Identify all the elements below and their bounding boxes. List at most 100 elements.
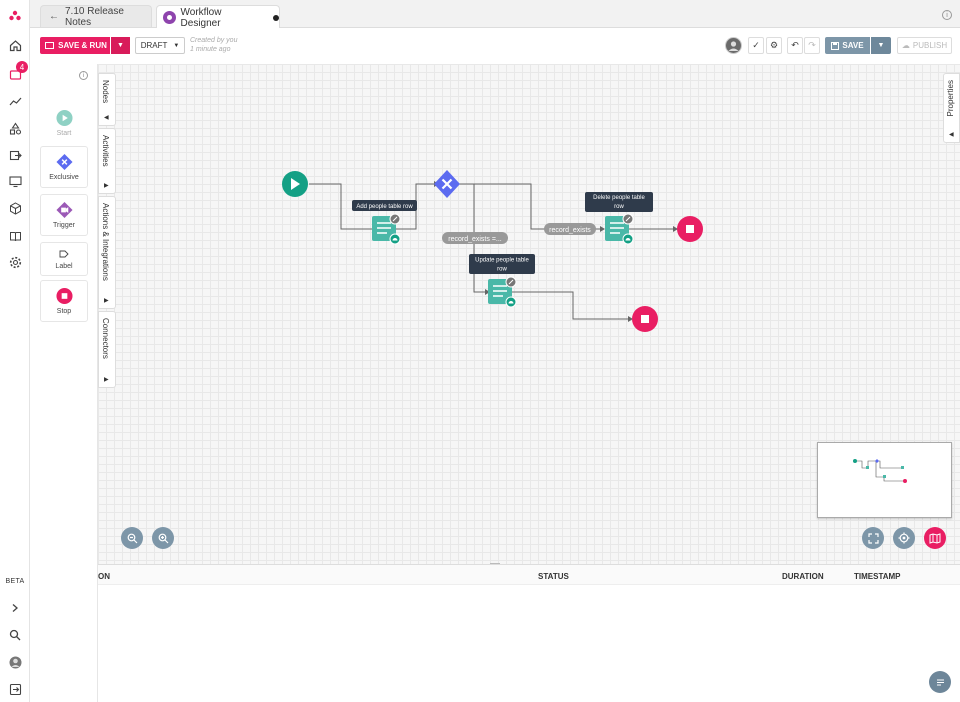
- user-avatar[interactable]: [7, 654, 23, 670]
- tab-nodes[interactable]: Nodes ◀: [98, 73, 116, 126]
- minimap-toggle-button[interactable]: [924, 527, 946, 549]
- fullscreen-icon: [867, 532, 879, 544]
- toolbar: SAVE & RUN ▼ DRAFT ▼ Created by you 1 mi…: [30, 28, 960, 64]
- palette-stop-label: Stop: [56, 308, 72, 315]
- zoom-in-button[interactable]: [152, 527, 174, 549]
- minimap[interactable]: [817, 442, 952, 518]
- collaborator-avatar[interactable]: [725, 37, 742, 54]
- start-node[interactable]: [282, 171, 308, 197]
- shapes-icon[interactable]: [7, 120, 23, 136]
- exclusive-gateway[interactable]: [434, 170, 460, 198]
- publish-button[interactable]: ☁ PUBLISH: [897, 37, 952, 54]
- workflow-icon: [163, 11, 176, 24]
- tab-bar: ← 7.10 Release Notes Workflow Designer i: [30, 0, 960, 29]
- update-row-label-1: Update people table: [475, 258, 529, 264]
- cube-icon[interactable]: [7, 200, 23, 216]
- exclusive-icon: [55, 153, 73, 170]
- stop-node-1[interactable]: [677, 216, 703, 242]
- palette-start-label: Start: [56, 130, 72, 137]
- palette-start[interactable]: Start: [40, 102, 88, 144]
- tab-actions-label: Actions & Integrations: [101, 203, 110, 281]
- tab-workflow-designer[interactable]: Workflow Designer: [156, 5, 280, 29]
- undo-icon[interactable]: ↶: [787, 37, 803, 54]
- palette-info-icon[interactable]: i: [79, 71, 88, 80]
- export-icon[interactable]: [7, 147, 23, 163]
- logout-icon[interactable]: [7, 681, 23, 697]
- expand-icon[interactable]: [7, 600, 23, 616]
- back-arrow-icon[interactable]: ←: [49, 11, 59, 22]
- palette-exclusive[interactable]: Exclusive: [40, 146, 88, 188]
- palette-trigger[interactable]: Trigger: [40, 194, 88, 236]
- tab-connectors[interactable]: Connectors ▶: [98, 311, 116, 388]
- palette-stop[interactable]: Stop: [40, 280, 88, 322]
- results-header: ON STATUS DURATION TIMESTAMP: [98, 565, 960, 585]
- chevron-left-icon: ◀: [104, 115, 109, 121]
- delete-row-label-1: Delete people table: [593, 195, 645, 201]
- chevron-right-icon: ▶: [104, 377, 109, 383]
- node-palette: i Start Exclusive Trigger Label Stop: [30, 64, 98, 702]
- created-by: Created by you: [190, 37, 238, 44]
- created-info: Created by you 1 minute ago: [190, 36, 237, 54]
- column-header-timestamp[interactable]: TIMESTAMP: [854, 572, 901, 581]
- column-header-duration[interactable]: DURATION: [782, 572, 824, 581]
- created-time: 1 minute ago: [190, 46, 231, 53]
- tab-activities-label: Activities: [101, 135, 110, 167]
- zoom-out-icon: [127, 533, 137, 543]
- redo-icon[interactable]: ↷: [804, 37, 820, 54]
- home-icon[interactable]: [7, 37, 23, 53]
- tab-activities[interactable]: Activities ▶: [98, 128, 116, 194]
- publish-label: PUBLISH: [912, 41, 948, 50]
- tab-connectors-label: Connectors: [101, 318, 110, 359]
- label-icon: [56, 249, 73, 259]
- add-row-label: Add people table row: [356, 204, 413, 210]
- center-button[interactable]: [893, 527, 915, 549]
- palette-label[interactable]: Label: [40, 242, 88, 276]
- notification-badge: 4: [16, 61, 28, 73]
- draft-select[interactable]: DRAFT ▼: [135, 37, 185, 54]
- palette-trigger-label: Trigger: [53, 222, 75, 229]
- target-icon: [898, 532, 910, 544]
- gear-icon[interactable]: ⚙: [766, 37, 782, 54]
- chat-icon: [936, 679, 944, 686]
- run-icon: [45, 42, 55, 49]
- book-icon[interactable]: [7, 228, 23, 244]
- save-options-dropdown[interactable]: ▼: [871, 37, 891, 54]
- chevron-left-icon: ◀: [949, 132, 954, 138]
- save-button[interactable]: SAVE: [825, 37, 870, 54]
- zoom-out-button[interactable]: [121, 527, 143, 549]
- search-icon[interactable]: [7, 627, 23, 643]
- delete-row-label-2: row: [614, 204, 624, 210]
- column-header[interactable]: ON: [98, 572, 110, 581]
- save-label: SAVE: [842, 41, 864, 50]
- palette-label-label: Label: [55, 262, 73, 270]
- edge-text-record-exists: record_exists: [549, 227, 591, 234]
- validate-icon[interactable]: ✓: [748, 37, 764, 54]
- tab-label: Workflow Designer: [180, 6, 222, 29]
- fit-screen-button[interactable]: [862, 527, 884, 549]
- app-logo-icon[interactable]: [7, 8, 23, 24]
- info-icon[interactable]: i: [942, 10, 952, 20]
- floppy-icon: [831, 41, 840, 50]
- analytics-icon[interactable]: [7, 93, 23, 109]
- run-options-dropdown[interactable]: ▼: [110, 37, 130, 54]
- zoom-in-icon: [158, 533, 168, 543]
- column-header-status[interactable]: STATUS: [538, 572, 569, 581]
- cloud-icon: ☁: [901, 41, 910, 50]
- update-row-label-2: row: [497, 267, 507, 273]
- chevron-right-icon: ▶: [104, 183, 109, 189]
- stop-node-2[interactable]: [632, 306, 658, 332]
- properties-tab[interactable]: Properties ◀: [943, 73, 960, 143]
- chevron-down-icon: ▼: [173, 42, 180, 49]
- unsaved-dot-icon: [273, 14, 279, 21]
- tab-nodes-label: Nodes: [101, 80, 110, 104]
- settings-icon[interactable]: [7, 254, 23, 270]
- monitor-icon[interactable]: [7, 173, 23, 189]
- tab-release-notes[interactable]: ← 7.10 Release Notes: [40, 5, 152, 28]
- trigger-icon: [55, 201, 73, 218]
- chat-button[interactable]: [929, 671, 951, 693]
- palette-exclusive-label: Exclusive: [49, 174, 79, 181]
- draft-label: DRAFT: [140, 41, 168, 50]
- beta-label: BETA: [5, 578, 25, 585]
- stop-icon: [55, 287, 73, 304]
- tab-actions-integrations[interactable]: Actions & Integrations ▶: [98, 196, 116, 309]
